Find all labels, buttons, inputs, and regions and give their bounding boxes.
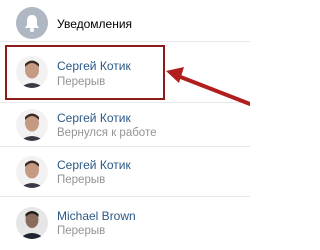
annotation-arrow	[166, 67, 250, 106]
